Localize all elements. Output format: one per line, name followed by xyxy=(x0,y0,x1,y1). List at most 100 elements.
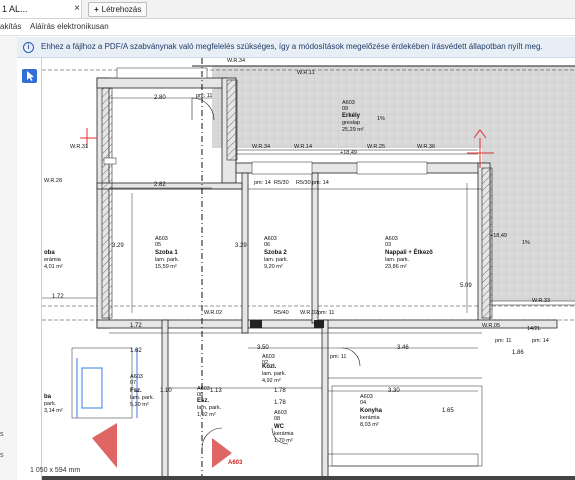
window-code: W.R.11 xyxy=(297,70,315,76)
room-floor: lam. park. xyxy=(385,257,410,263)
room-area: 8,03 m² xyxy=(360,422,379,428)
room-code: A603 09 xyxy=(342,100,355,112)
pm-label: pm: 14 xyxy=(254,180,271,186)
dim-label: 1.62 xyxy=(130,348,142,354)
room-name: oba xyxy=(44,250,55,256)
window-code: W.R.33 xyxy=(532,298,551,304)
plus-icon: + xyxy=(94,5,99,14)
room-area: 25,29 m² xyxy=(342,127,364,133)
room-code: A603 06 xyxy=(264,236,277,248)
pm-label: pm: 14 xyxy=(532,338,549,344)
room-name: Szoba 2 xyxy=(264,250,287,256)
room-floor: lam. park. xyxy=(262,371,287,377)
room-code: A603 03 xyxy=(385,236,398,248)
room-area: 1,70 m² xyxy=(274,438,293,444)
sidebar-text: s xyxy=(0,431,4,438)
toolbar-item-esign[interactable]: Aláírás elektronikusan xyxy=(30,19,109,35)
room-area: 5,20 m² xyxy=(130,402,149,408)
dim-label: 1.72 xyxy=(52,294,64,300)
room-floor: park. xyxy=(44,401,57,407)
dim-label: 1.13 xyxy=(210,388,222,394)
tab-title: 1 AL... xyxy=(2,4,28,14)
room-code: A603 07 xyxy=(130,374,143,386)
room-floor: lam. park. xyxy=(197,405,222,411)
dim-label: 2.82 xyxy=(154,182,166,188)
room-code: A603 08 xyxy=(274,410,287,422)
dim-label: 1.78 xyxy=(274,400,286,406)
document-viewer[interactable]: A603 09 Erkély greslap 25,29 m² A603 05 Sz… xyxy=(17,58,575,480)
door-code: R5/30 xyxy=(296,180,311,186)
room-code-red: A603 xyxy=(228,460,243,466)
tab-document[interactable]: 1 AL... × xyxy=(0,0,82,18)
room-area: 15,59 m² xyxy=(155,264,177,270)
level-label: +18,49 xyxy=(340,150,357,156)
room-floor: lam. park. xyxy=(155,257,180,263)
select-tool-button[interactable] xyxy=(22,69,37,83)
room-floor: lam. park. xyxy=(264,257,289,263)
dim-label: 3.29 xyxy=(112,243,124,249)
dim-label: 1.10 xyxy=(160,388,172,394)
window-code: W.R.28 xyxy=(44,178,63,184)
room-name: Szoba 1 xyxy=(155,250,178,256)
room-floor: erámia xyxy=(44,257,61,263)
window-code: W.R.02 xyxy=(300,310,319,316)
room-name: Konyha xyxy=(360,408,383,414)
room-name: ba xyxy=(44,394,52,400)
floor-plan-drawing xyxy=(42,58,575,480)
room-area: 4,01 m² xyxy=(44,264,63,270)
room-code: A603 08 xyxy=(197,386,210,398)
balcony-area-side xyxy=(482,66,575,301)
window-code: W.R.31 xyxy=(70,144,89,150)
notice-text: Ehhez a fájlhoz a PDF/A szabványnak való… xyxy=(41,42,543,51)
dim-label: 5.09 xyxy=(460,283,472,289)
window-code: W.R.34 xyxy=(252,144,271,150)
window-code: W.R.25 xyxy=(367,144,386,150)
tool-strip xyxy=(17,58,42,480)
level-label: +18,49 xyxy=(490,233,507,239)
window-code: W.R.02 xyxy=(204,310,223,316)
room-area: 9,20 m² xyxy=(264,264,283,270)
door-code: R5/40 xyxy=(274,310,289,316)
room-floor: greslap xyxy=(342,120,361,126)
room-name: WC xyxy=(274,424,284,430)
wall xyxy=(311,172,319,324)
dim-label: 1.65 xyxy=(442,408,454,414)
tab-bar: 1 AL... × + Létrehozás xyxy=(0,0,575,19)
toolbar-item-edit[interactable]: akítás xyxy=(0,19,21,35)
dim-label: 3.50 xyxy=(257,345,269,351)
wall xyxy=(321,319,329,480)
door-code: R5/30 xyxy=(274,180,289,186)
toolbar: akítás Aláírás elektronikusan xyxy=(0,19,575,36)
room-name: Erkély xyxy=(342,113,361,119)
room-name: Közl. xyxy=(262,364,277,370)
dim-label: 1.86 xyxy=(512,350,524,356)
door-code: 14/2L xyxy=(527,326,541,332)
room-name: Esz. xyxy=(197,398,210,404)
pm-label: pm: 14 xyxy=(312,180,329,186)
room-floor: kerámia xyxy=(274,431,294,437)
dim-label: 2.80 xyxy=(154,95,166,101)
cursor-arrow-icon xyxy=(27,71,34,81)
slope-label: 1% xyxy=(522,240,530,246)
window-code: W.R.05 xyxy=(482,323,501,329)
info-icon: i xyxy=(23,42,34,53)
pm-label: pm: 11 xyxy=(318,310,335,316)
left-sidebar: s s xyxy=(0,36,18,480)
window-code: W.R.14 xyxy=(294,144,313,150)
new-tab-button[interactable]: + Létrehozás xyxy=(88,2,148,17)
dim-label: 1.72 xyxy=(130,323,142,329)
room-floor: lam. park. xyxy=(130,395,155,401)
pm-label: pm: 11 xyxy=(330,354,347,360)
dim-label: 3.46 xyxy=(397,345,409,351)
window-code: W.R.36 xyxy=(417,144,436,150)
readonly-notice-bar: i Ehhez a fájlhoz a PDF/A szabványnak va… xyxy=(17,37,575,58)
page-size-readout: 1 050 x 594 mm xyxy=(30,467,81,474)
room-code: A603 05 xyxy=(155,236,168,248)
floor-plan-page[interactable]: A603 09 Erkély greslap 25,29 m² A603 05 Sz… xyxy=(42,58,575,480)
wall xyxy=(161,319,169,480)
room-name: Fsz. xyxy=(130,388,142,394)
wall xyxy=(241,172,249,334)
dim-label: 3.29 xyxy=(235,243,247,249)
close-icon[interactable]: × xyxy=(72,0,81,18)
room-area: 3,14 m² xyxy=(44,408,63,414)
